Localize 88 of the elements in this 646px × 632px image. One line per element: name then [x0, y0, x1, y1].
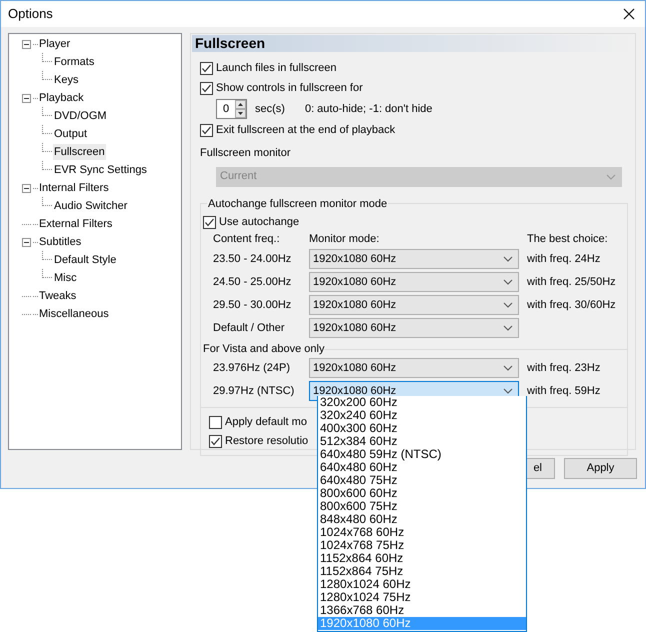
- chevron-down-icon: [503, 302, 513, 308]
- dropdown-option[interactable]: 1152x864 75Hz: [318, 565, 526, 578]
- checkmark-icon: [201, 62, 212, 74]
- chevron-down-icon: [503, 365, 513, 371]
- best-choice-label: with freq. 30/60Hz: [527, 298, 616, 313]
- frequency-label: 24.50 - 25.00Hz: [212, 274, 292, 290]
- tree-item[interactable]: Keys: [53, 72, 80, 88]
- checkbox[interactable]: [203, 216, 216, 229]
- column-header: Monitor mode:: [309, 232, 380, 248]
- tree-item[interactable]: DVD/OGM: [53, 108, 108, 124]
- dropdown-option[interactable]: 848x480 60Hz: [318, 513, 526, 526]
- chevron-down-icon: [503, 279, 513, 285]
- monitor-label: Fullscreen monitor: [200, 146, 292, 161]
- tree-item[interactable]: Subtitles: [38, 234, 82, 250]
- checkmark-icon: [201, 124, 212, 136]
- checkbox-label: Apply default mo: [225, 415, 307, 430]
- tree-item[interactable]: Playback: [38, 90, 85, 106]
- dropdown-option[interactable]: 800x600 75Hz: [318, 500, 526, 513]
- mode-dropdown[interactable]: 1920x1080 60Hz: [309, 249, 519, 269]
- unit-label: sec(s): [255, 102, 285, 117]
- tree-item[interactable]: Internal Filters: [38, 180, 110, 196]
- tree-item[interactable]: Default Style: [53, 252, 118, 268]
- mode-dropdown[interactable]: 1920x1080 60Hz: [309, 318, 519, 338]
- tree-item[interactable]: Fullscreen: [53, 144, 106, 160]
- checkbox[interactable]: [209, 416, 222, 429]
- dropdown-option[interactable]: 320x240 60Hz: [318, 409, 526, 422]
- mode-dropdown[interactable]: 1920x1080 60Hz: [309, 272, 519, 292]
- tree-item[interactable]: EVR Sync Settings: [53, 162, 148, 178]
- frequency-label: 23.50 - 24.00Hz: [212, 252, 292, 267]
- checkmark-icon: [201, 82, 212, 94]
- dropdown-option[interactable]: 512x384 60Hz: [318, 435, 526, 448]
- best-choice-label: with freq. 23Hz: [527, 360, 600, 376]
- dropdown-option[interactable]: 640x480 60Hz: [318, 461, 526, 474]
- checkmark-icon: [204, 217, 215, 228]
- tree-item[interactable]: Formats: [53, 54, 96, 70]
- dropdown-option[interactable]: 1280x1024 60Hz: [318, 578, 526, 591]
- seconds-spinner[interactable]: 0: [216, 99, 247, 119]
- collapse-icon[interactable]: [22, 184, 31, 192]
- dropdown-option[interactable]: 640x480 75Hz: [318, 474, 526, 487]
- frequency-label: 23.976Hz (24P): [212, 360, 292, 376]
- collapse-icon[interactable]: [22, 94, 31, 102]
- spinner-arrows-icon[interactable]: [235, 100, 246, 118]
- checkbox[interactable]: [209, 435, 222, 448]
- best-choice-label: with freq. 24Hz: [527, 252, 600, 267]
- tree-item[interactable]: Tweaks: [38, 288, 78, 304]
- best-choice-label: with freq. 59Hz: [527, 384, 600, 399]
- chevron-down-icon: [503, 388, 513, 394]
- column-header: The best choice:: [527, 232, 608, 248]
- chevron-down-icon: [503, 256, 513, 262]
- checkbox-label: Exit fullscreen at the end of playback: [216, 122, 396, 138]
- checkbox-label: Show controls in fullscreen for: [216, 80, 363, 96]
- checkbox[interactable]: [200, 82, 213, 94]
- checkbox-label: Restore resolutio: [225, 434, 308, 450]
- checkbox-label: Launch files in fullscreen: [216, 60, 336, 76]
- dropdown-option[interactable]: 640x480 59Hz (NTSC): [318, 448, 526, 461]
- dialog-button[interactable]: Apply: [564, 458, 637, 479]
- collapse-icon[interactable]: [22, 40, 31, 48]
- best-choice-label: with freq. 25/50Hz: [527, 274, 616, 290]
- frequency-label: 29.97Hz (NTSC): [212, 384, 296, 399]
- tree-item[interactable]: Audio Switcher: [53, 198, 128, 214]
- mode-dropdown[interactable]: 1920x1080 60Hz: [309, 295, 519, 315]
- dropdown-option[interactable]: 1024x768 60Hz: [318, 526, 526, 539]
- dropdown-option[interactable]: 1280x1024 75Hz: [318, 591, 526, 604]
- frequency-label: 29.50 - 30.00Hz: [212, 298, 292, 313]
- mode-dropdown[interactable]: 1920x1080 60Hz: [309, 358, 519, 378]
- checkbox[interactable]: [200, 62, 213, 74]
- hint-text: 0: auto-hide; -1: don't hide: [304, 102, 432, 117]
- tree-item[interactable]: Player: [38, 36, 72, 52]
- dropdown-option[interactable]: 1366x768 60Hz: [318, 604, 526, 617]
- chevron-down-icon: [503, 325, 513, 331]
- checkbox[interactable]: [200, 124, 213, 136]
- dropdown-option[interactable]: 800x600 60Hz: [318, 487, 526, 500]
- tree-item[interactable]: Output: [53, 126, 88, 142]
- checkmark-icon: [210, 436, 221, 447]
- dropdown-option[interactable]: 400x300 60Hz: [318, 422, 526, 435]
- window-title: Options: [7, 5, 53, 24]
- chevron-down-icon: [606, 174, 616, 180]
- close-icon[interactable]: [623, 8, 635, 20]
- tree-item[interactable]: Misc: [53, 270, 78, 286]
- tree-item[interactable]: External Filters: [38, 216, 114, 232]
- collapse-icon[interactable]: [22, 238, 31, 246]
- column-header: Content freq.:: [212, 232, 281, 248]
- checkbox-label: Use autochange: [219, 215, 300, 230]
- dropdown-option[interactable]: 1024x768 75Hz: [318, 539, 526, 552]
- dropdown-option[interactable]: 1152x864 60Hz: [318, 552, 526, 565]
- tree-item[interactable]: Miscellaneous: [38, 306, 110, 322]
- section-label: For Vista and above only: [201, 342, 324, 356]
- frequency-label: Default / Other: [212, 320, 286, 336]
